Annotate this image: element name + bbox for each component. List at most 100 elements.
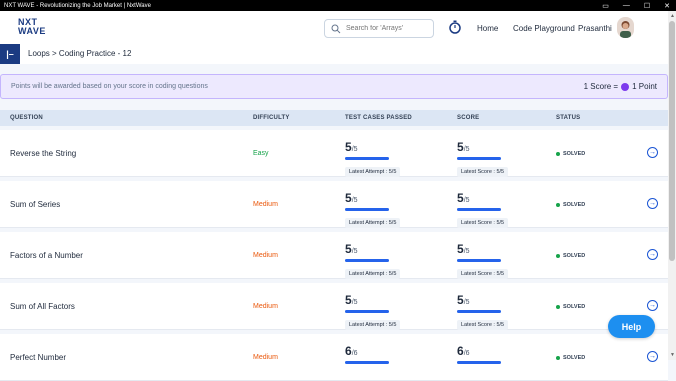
arrow-right-circle-icon[interactable]: → (647, 249, 658, 260)
score-total: /5 (463, 146, 470, 153)
breadcrumb[interactable]: Loops > Coding Practice - 12 (28, 49, 131, 58)
test-cases-cell: 5/5 Latest Attempt : 5/5 (345, 138, 415, 178)
window-title: NXT WAVE - Revolutionizing the Job Marke… (4, 2, 151, 9)
nav-code-playground-link[interactable]: Code Playground (513, 24, 575, 33)
score-total: /5 (463, 299, 470, 306)
test-cases-progress-fill (345, 157, 389, 160)
status-badge: SOLVED (556, 355, 585, 361)
score-cell: 5/5 Latest Score : 5/5 (457, 291, 527, 331)
points-banner: Points will be awarded based on your sco… (0, 74, 668, 99)
status-badge: SOLVED (556, 202, 585, 208)
arrow-right-circle-icon[interactable]: → (647, 198, 658, 209)
timer-icon[interactable] (449, 20, 461, 34)
status-text: SOLVED (563, 151, 586, 157)
sidebar-toggle-icon[interactable]: |– (0, 44, 20, 64)
scrollbar-thumb[interactable] (669, 21, 675, 261)
arrow-right-circle-icon[interactable]: → (647, 351, 658, 362)
score-value: 5 (457, 242, 464, 256)
test-cases-passed: 5 (345, 293, 352, 307)
scroll-down-icon[interactable]: ▼ (670, 352, 675, 358)
test-cases-progress-bar (345, 208, 389, 211)
status-text: SOLVED (563, 253, 586, 259)
question-title[interactable]: Factors of a Number (10, 251, 83, 260)
points-right-text: 1 Point (632, 82, 657, 91)
test-cases-progress-fill (345, 361, 389, 364)
test-cases-total: /5 (351, 146, 358, 153)
window-controls: ▭ — ☐ ✕ (602, 0, 670, 11)
coin-icon (621, 82, 630, 91)
latest-attempt-badge: Latest Attempt : 5/5 (345, 218, 401, 228)
score-progress-fill (457, 361, 501, 364)
table-row[interactable]: Sum of All Factors Medium 5/5 Latest Attemp… (0, 283, 668, 330)
score-progress-bar (457, 310, 501, 313)
score-total: /5 (463, 248, 470, 255)
nxtwave-logo[interactable]: NXT WAVE (18, 18, 58, 36)
close-icon[interactable]: ✕ (664, 2, 670, 10)
maximize-icon[interactable]: ☐ (644, 2, 650, 10)
score-total: /5 (463, 197, 470, 204)
test-cases-progress-fill (345, 259, 389, 262)
difficulty-label: Easy (253, 150, 269, 157)
test-cases-cell: 5/5 Latest Attempt : 5/5 (345, 240, 415, 280)
arrow-right-circle-icon[interactable]: → (647, 147, 658, 158)
score-progress-bar (457, 157, 501, 160)
logo-line-2: WAVE (18, 26, 46, 36)
avatar[interactable] (617, 17, 634, 38)
test-cases-cell: 5/5 Latest Attempt : 5/5 (345, 189, 415, 229)
page-scrollbar[interactable]: ▲ ▼ (668, 11, 676, 360)
question-title[interactable]: Sum of All Factors (10, 302, 75, 311)
status-dot-icon (556, 305, 560, 309)
test-cases-total: /5 (351, 299, 358, 306)
test-cases-progress-bar (345, 310, 389, 313)
score-progress-fill (457, 259, 501, 262)
table-row[interactable]: Perfect Number Medium 6/6 6/6 SOLVED → (0, 334, 668, 381)
status-dot-icon (556, 254, 560, 258)
score-cell: 5/5 Latest Score : 5/5 (457, 138, 527, 178)
user-name[interactable]: Prasanthi (578, 24, 612, 33)
window-titlebar: NXT WAVE - Revolutionizing the Job Marke… (0, 0, 676, 11)
arrow-right-circle-icon[interactable]: → (647, 300, 658, 311)
test-cases-cell: 5/5 Latest Attempt : 5/5 (345, 291, 415, 331)
test-cases-passed: 5 (345, 242, 352, 256)
test-cases-progress-bar (345, 259, 389, 262)
col-score: SCORE (457, 115, 480, 121)
top-header: NXT WAVE Home Code Playground Prasanthi (0, 11, 668, 47)
table-row[interactable]: Sum of Series Medium 5/5 Latest Attempt : 5… (0, 181, 668, 228)
scroll-up-icon[interactable]: ▲ (670, 13, 675, 19)
question-title[interactable]: Sum of Series (10, 200, 60, 209)
latest-attempt-badge: Latest Attempt : 5/5 (345, 167, 401, 177)
points-conversion: 1 Score = 1 Point (584, 82, 657, 91)
search-input[interactable] (346, 25, 426, 32)
table-header: QUESTION DIFFICULTY TEST CASES PASSED SC… (0, 110, 668, 126)
table-row[interactable]: Factors of a Number Medium 5/5 Latest Attem… (0, 232, 668, 279)
question-title[interactable]: Reverse the String (10, 149, 76, 158)
score-value: 5 (457, 293, 464, 307)
difficulty-label: Medium (253, 252, 278, 259)
latest-attempt-badge: Latest Attempt : 5/5 (345, 269, 401, 279)
test-cases-total: /6 (351, 350, 358, 357)
col-status: STATUS (556, 115, 581, 121)
status-badge: SOLVED (556, 151, 585, 157)
table-row[interactable]: Reverse the String Easy 5/5 Latest Attempt … (0, 130, 668, 177)
col-question: QUESTION (10, 115, 43, 121)
search-icon (331, 24, 341, 33)
test-cases-passed: 6 (345, 344, 352, 358)
difficulty-label: Medium (253, 201, 278, 208)
test-cases-total: /5 (351, 248, 358, 255)
nav-home-link[interactable]: Home (477, 24, 498, 33)
score-progress-bar (457, 208, 501, 211)
score-progress-fill (457, 157, 501, 160)
search-box[interactable] (324, 19, 434, 38)
col-difficulty: DIFFICULTY (253, 115, 290, 121)
test-cases-passed: 5 (345, 140, 352, 154)
test-cases-passed: 5 (345, 191, 352, 205)
latest-score-badge: Latest Score : 5/5 (457, 269, 509, 279)
status-text: SOLVED (563, 202, 586, 208)
question-title[interactable]: Perfect Number (10, 353, 66, 362)
help-button[interactable]: Help (608, 315, 655, 338)
test-cases-total: /5 (351, 197, 358, 204)
score-cell: 6/6 (457, 342, 527, 364)
score-progress-fill (457, 208, 501, 211)
window-menu-icon[interactable]: ▭ (602, 2, 609, 10)
minimize-icon[interactable]: — (623, 2, 630, 9)
